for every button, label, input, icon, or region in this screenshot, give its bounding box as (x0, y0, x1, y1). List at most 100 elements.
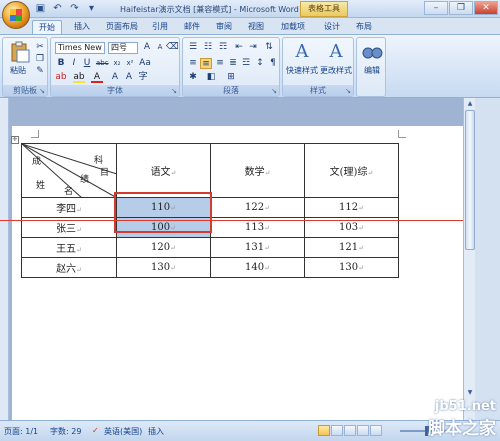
text-effects-icon[interactable]: ab (55, 72, 67, 83)
paste-icon[interactable] (6, 41, 32, 63)
cut-icon[interactable]: ✂ (34, 42, 46, 53)
tab-review[interactable]: 审阅 (212, 20, 236, 34)
full-screen-reading-icon[interactable] (331, 425, 343, 436)
tab-mailings[interactable]: 邮件 (180, 20, 204, 34)
diag-label-bottom-left-2: 名 (64, 187, 74, 197)
tab-insert[interactable]: 插入 (68, 20, 96, 34)
show-marks-icon[interactable]: ¶ (267, 58, 279, 69)
tab-references[interactable]: 引用 (148, 20, 172, 34)
bullets-icon[interactable]: ☰ (187, 42, 199, 53)
bold-icon[interactable]: B (55, 58, 67, 69)
column-header-comprehensive[interactable]: 文(理)综↵ (304, 143, 399, 198)
diagonal-header-cell[interactable]: 成 科 目 绩 姓 名 (21, 143, 117, 198)
increase-indent-icon[interactable]: ⇥ (247, 42, 259, 53)
score-cell[interactable]: 122↵ (210, 197, 305, 218)
tab-page-layout[interactable]: 页面布局 (100, 20, 144, 34)
sort-icon[interactable]: ⇅ (263, 42, 275, 53)
status-language[interactable]: 英语(美国) (104, 426, 142, 437)
score-cell[interactable]: 130↵ (116, 257, 211, 278)
score-cell[interactable]: 121↵ (304, 237, 399, 258)
row-name-cell[interactable]: 赵六↵ (21, 257, 117, 278)
char-border-icon[interactable]: A (123, 72, 135, 83)
align-center-icon[interactable]: ≡ (200, 58, 212, 69)
column-header-math[interactable]: 数学↵ (210, 143, 305, 198)
scroll-down-icon[interactable]: ▼ (465, 388, 475, 398)
strikethrough-icon[interactable]: abc (96, 58, 109, 69)
row-name-cell[interactable]: 王五↵ (21, 237, 117, 258)
scroll-thumb[interactable] (465, 110, 475, 250)
print-layout-icon[interactable] (318, 425, 330, 436)
score-cell[interactable]: 120↵ (116, 237, 211, 258)
quick-styles-label[interactable]: 快速样式 (285, 65, 319, 76)
proofing-icon[interactable]: ✓ (92, 426, 99, 435)
score-cell[interactable]: 131↵ (210, 237, 305, 258)
enclose-char-icon[interactable]: 字 (137, 72, 149, 83)
vertical-scrollbar[interactable]: ▲ ▼ (463, 98, 475, 420)
score-cell[interactable]: 140↵ (210, 257, 305, 278)
highlight-icon[interactable]: ab (73, 72, 85, 83)
column-header-chinese[interactable]: 语文↵ (116, 143, 211, 198)
web-layout-icon[interactable] (344, 425, 356, 436)
redo-icon[interactable]: ↷ (68, 3, 81, 15)
change-styles-label[interactable]: 更改样式 (319, 65, 353, 76)
status-mode[interactable]: 插入 (148, 426, 164, 437)
outline-icon[interactable] (357, 425, 369, 436)
change-styles-icon[interactable]: A (323, 41, 349, 63)
tab-addins[interactable]: 加载项 (276, 20, 310, 34)
grow-font-icon[interactable]: A (141, 42, 153, 53)
tab-layout[interactable]: 布局 (352, 20, 376, 34)
tab-view[interactable]: 视图 (244, 20, 268, 34)
styles-launcher-icon[interactable]: ↘ (345, 87, 351, 95)
tab-home[interactable]: 开始 (32, 20, 62, 34)
score-cell[interactable]: 130↵ (304, 257, 399, 278)
save-icon[interactable]: ▣ (34, 3, 47, 15)
minimize-icon[interactable]: – (424, 1, 448, 15)
undo-icon[interactable]: ↶ (51, 3, 64, 15)
table-row: 赵六↵ 130↵ 140↵ 130↵ (21, 257, 399, 278)
numbering-icon[interactable]: ☷ (202, 42, 214, 53)
font-launcher-icon[interactable]: ↘ (171, 87, 177, 95)
score-cell[interactable]: 112↵ (304, 197, 399, 218)
close-icon[interactable]: ✕ (474, 1, 498, 15)
status-words[interactable]: 字数: 29 (50, 426, 81, 437)
clear-format-icon[interactable]: ⌫ (166, 42, 179, 53)
italic-icon[interactable]: I (68, 58, 80, 69)
change-case-icon[interactable]: Aa (139, 58, 151, 69)
distributed-icon[interactable]: ☲ (240, 58, 252, 69)
multilevel-list-icon[interactable]: ☶ (217, 42, 229, 53)
draft-icon[interactable] (370, 425, 382, 436)
copy-icon[interactable]: ❐ (34, 54, 46, 65)
scroll-up-icon[interactable]: ▲ (465, 99, 475, 109)
superscript-icon[interactable]: x² (124, 58, 136, 69)
line-spacing-icon[interactable]: ↕ (254, 58, 266, 69)
align-left-icon[interactable]: ≡ (187, 58, 199, 69)
restore-icon[interactable]: ❐ (449, 1, 473, 15)
editing-label[interactable]: 编辑 (358, 65, 386, 76)
underline-icon[interactable]: U (81, 58, 93, 69)
align-right-icon[interactable]: ≡ (214, 58, 226, 69)
font-size-field[interactable]: 四号 (108, 42, 138, 54)
chinese-layout-icon[interactable]: ✱ (187, 72, 199, 83)
char-shading-icon[interactable]: A (109, 72, 121, 83)
row-name-cell[interactable]: 李四↵ (21, 197, 117, 218)
tab-design[interactable]: 设计 (320, 20, 344, 34)
shading-icon[interactable]: ◧ (205, 72, 217, 83)
borders-icon[interactable]: ⊞ (225, 72, 237, 83)
font-name-field[interactable]: Times New R (55, 42, 105, 54)
shrink-font-icon[interactable]: A (154, 42, 166, 53)
office-button[interactable] (2, 1, 30, 29)
justify-icon[interactable]: ≣ (227, 58, 239, 69)
font-color-icon[interactable]: A (91, 72, 103, 83)
format-painter-icon[interactable]: ✎ (34, 66, 46, 77)
quick-styles-icon[interactable]: A (289, 41, 315, 63)
subscript-icon[interactable]: x₂ (111, 58, 123, 69)
paragraph-launcher-icon[interactable]: ↘ (271, 87, 277, 95)
customize-icon[interactable]: ▾ (85, 3, 98, 15)
paste-label[interactable]: 粘贴 (5, 65, 31, 76)
table-move-handle-icon[interactable]: ✛ (11, 136, 19, 144)
clipboard-launcher-icon[interactable]: ↘ (39, 87, 45, 95)
decrease-indent-icon[interactable]: ⇤ (233, 42, 245, 53)
find-binoculars-icon[interactable] (359, 41, 385, 63)
margin-corner-mark (398, 130, 406, 138)
status-page[interactable]: 页面: 1/1 (4, 426, 38, 437)
